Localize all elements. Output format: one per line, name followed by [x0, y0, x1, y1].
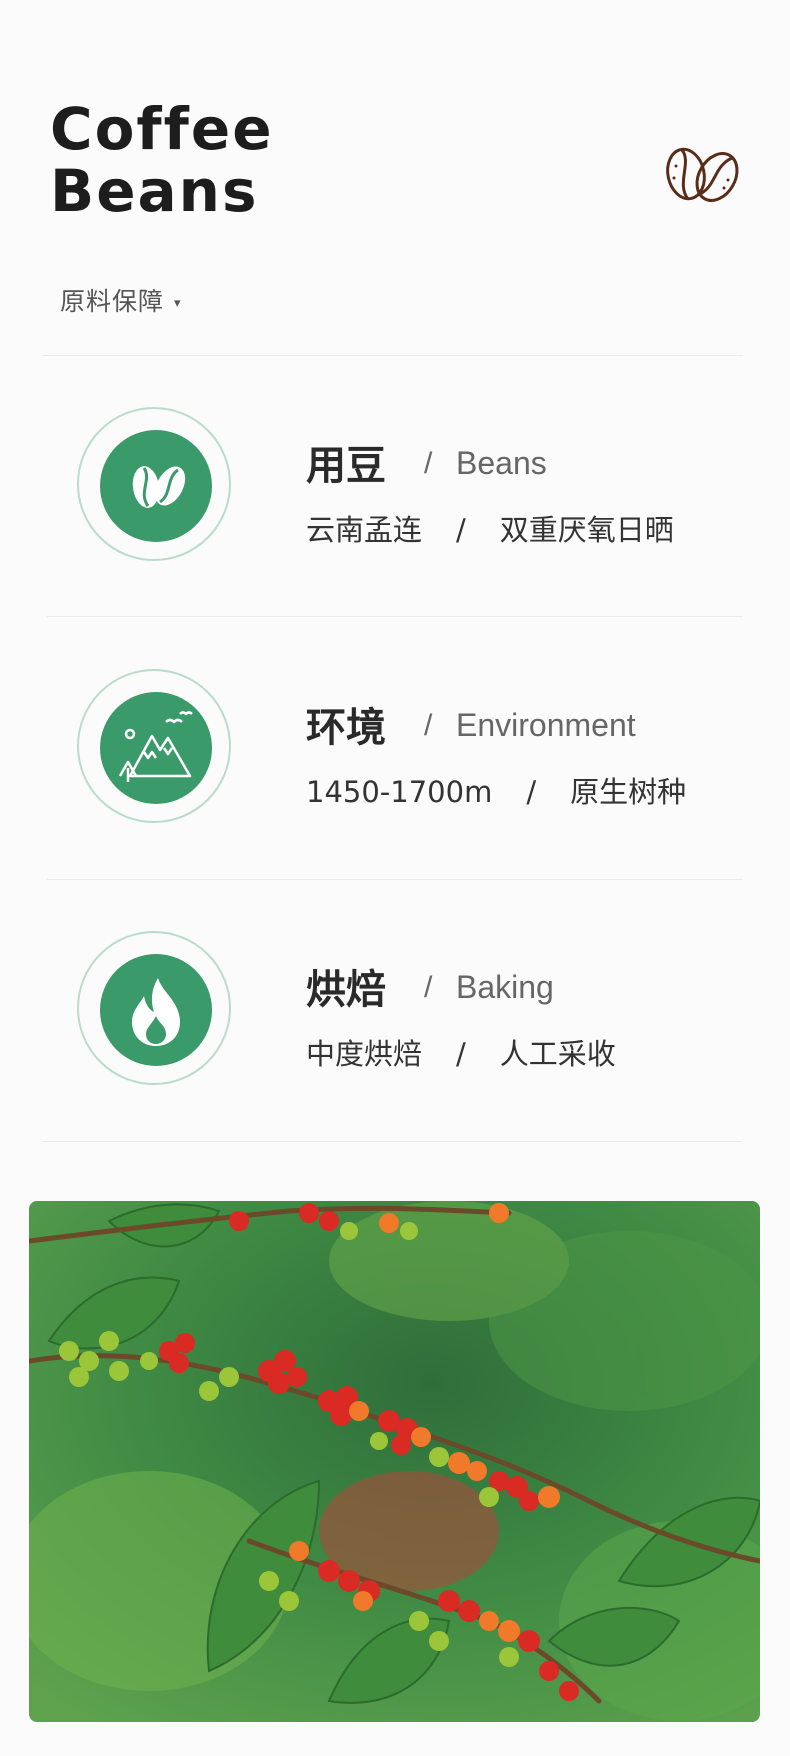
coffee-bean-icon	[100, 430, 212, 542]
divider	[47, 879, 743, 880]
caret-down-icon: ▾	[174, 295, 182, 311]
item-subtitle: 云南孟连 / 双重厌氧日晒	[306, 507, 674, 549]
item-slash: /	[424, 971, 433, 1004]
feature-item-baking: 烘焙 / Baking 中度烘焙 / 人工采收	[0, 931, 790, 1131]
item-subtitle: 1450-1700m / 原生树种	[306, 769, 686, 811]
flame-icon	[100, 954, 212, 1066]
divider	[47, 616, 743, 617]
item-english: Beans	[456, 445, 547, 481]
mountain-icon	[100, 692, 212, 804]
page-title: Coffee Beans	[50, 98, 274, 222]
item-title: 环境	[306, 705, 386, 751]
item-sub-right: 双重厌氧日晒	[499, 513, 674, 547]
title-line-beans: Beans	[50, 157, 259, 225]
divider	[42, 1141, 742, 1142]
item-sub-sep: /	[456, 513, 466, 547]
icon-ring	[77, 669, 231, 823]
section-dropdown[interactable]: 原料保障 ▾	[60, 282, 182, 318]
divider	[43, 355, 743, 356]
item-title: 用豆	[306, 443, 386, 489]
item-sub-sep: /	[526, 775, 537, 809]
item-slash: /	[424, 447, 433, 480]
item-english: Baking	[456, 969, 554, 1005]
coffee-cherries-photo	[29, 1201, 760, 1722]
item-sub-right: 原生树种	[570, 775, 687, 809]
item-title: 烘焙	[306, 967, 386, 1013]
title-line-coffee: Coffee	[50, 95, 274, 163]
item-sub-left: 云南孟连	[306, 513, 423, 547]
item-sub-left: 1450-1700m	[306, 775, 493, 809]
icon-ring	[77, 931, 231, 1085]
item-slash: /	[424, 709, 433, 742]
item-sub-right: 人工采收	[499, 1037, 616, 1071]
icon-ring	[77, 407, 231, 561]
item-english: Environment	[456, 707, 636, 743]
section-label-text: 原料保障	[60, 287, 165, 316]
item-subtitle: 中度烘焙 / 人工采收	[306, 1031, 616, 1073]
item-sub-left: 中度烘焙	[306, 1037, 423, 1071]
coffee-beans-icon	[662, 144, 744, 206]
item-sub-sep: /	[456, 1037, 466, 1071]
feature-item-beans: 用豆 / Beans 云南孟连 / 双重厌氧日晒	[0, 407, 790, 607]
feature-item-environment: 环境 / Environment 1450-1700m / 原生树种	[0, 669, 790, 869]
